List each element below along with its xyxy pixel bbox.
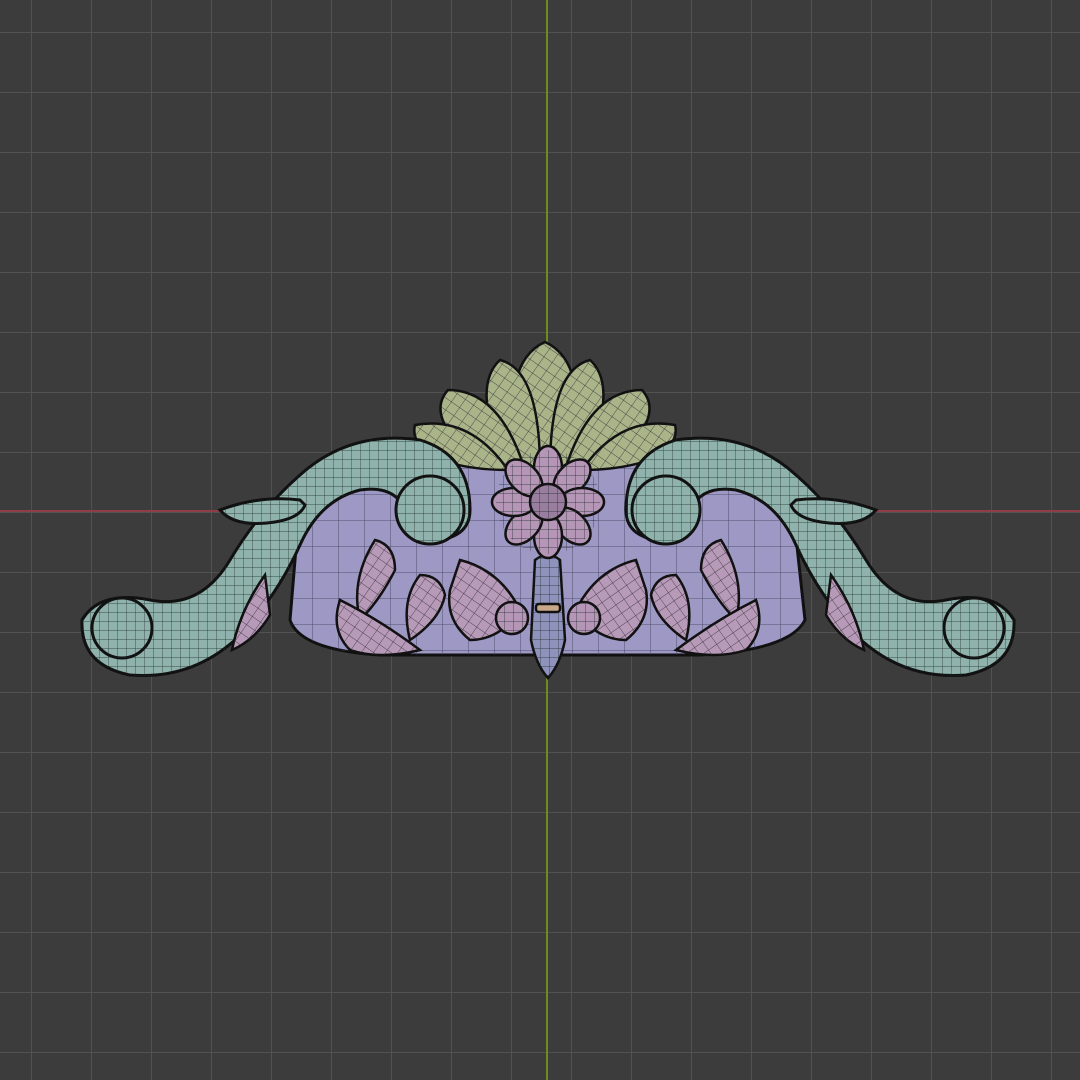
3d-viewport[interactable] — [0, 0, 1080, 1080]
rosette-flower — [490, 444, 606, 560]
ornament-mesh[interactable] — [0, 0, 1080, 1080]
